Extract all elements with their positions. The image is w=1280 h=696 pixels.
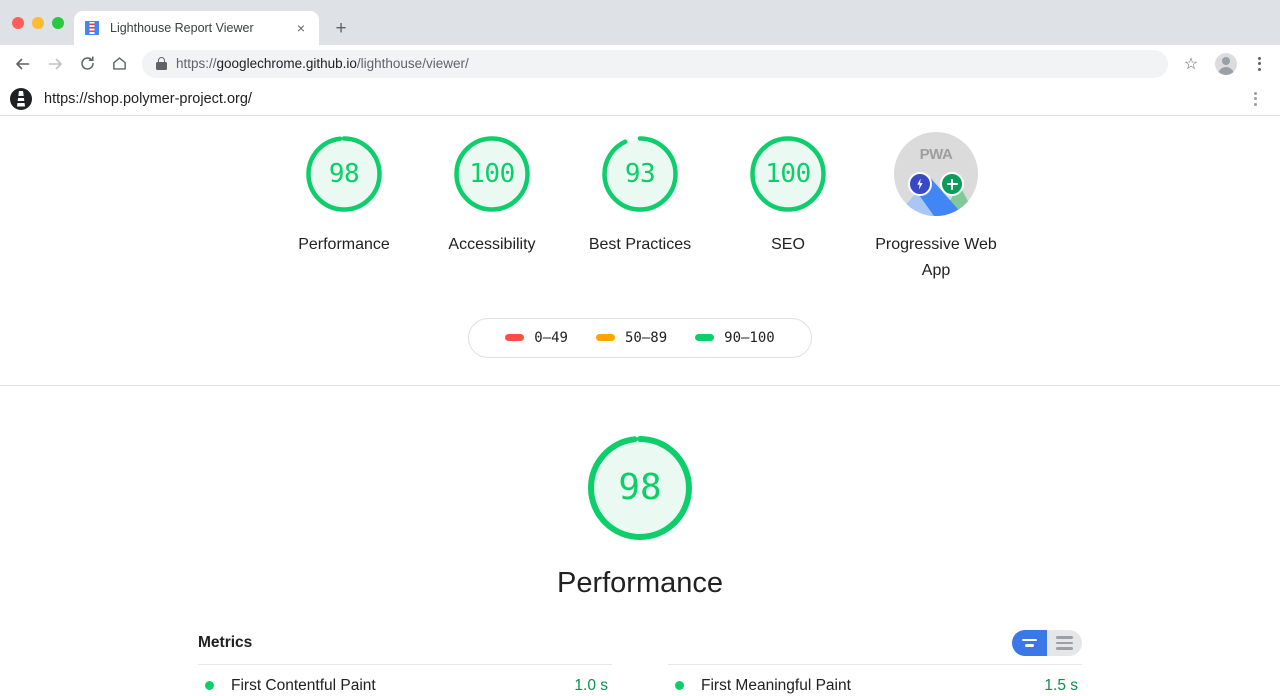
metric-name: First Contentful Paint — [231, 676, 376, 694]
pwa-installable-icon — [940, 172, 964, 196]
gauge-performance[interactable]: 98 Performance — [270, 132, 418, 258]
gauge-ring-accessibility: 100 — [450, 132, 534, 216]
lock-icon — [156, 57, 167, 70]
gauge-label-pwa: Progressive Web App — [875, 236, 997, 279]
metric-name: First Meaningful Paint — [701, 676, 851, 694]
legend-item-pass: 90–100 — [681, 330, 789, 346]
legend-item-average: 50–89 — [582, 330, 681, 346]
gauge-label-accessibility: Accessibility — [448, 236, 536, 253]
toolbar-actions: ☆ — [1176, 52, 1272, 75]
metric-value: 1.0 s — [574, 676, 608, 694]
metric-status-dot — [205, 681, 214, 691]
bookmark-star-icon[interactable]: ☆ — [1176, 54, 1206, 74]
pwa-fast-reliable-icon — [908, 172, 932, 196]
metrics-header: Metrics — [198, 628, 1082, 658]
metrics-column-left: First Contentful Paint 1.0 s Speed Index… — [198, 663, 612, 696]
browser-toolbar: https://googlechrome.github.io/lighthous… — [0, 45, 1280, 82]
metrics-section: Metrics First Contentful Paint 1.0 s Fir… — [198, 628, 1082, 696]
gauge-best-practices[interactable]: 93 Best Practices — [566, 132, 714, 258]
browser-window: Lighthouse Report Viewer × + https://goo… — [0, 0, 1280, 696]
gauge-ring-seo: 100 — [746, 132, 830, 216]
url-host: googlechrome.github.io — [216, 56, 357, 71]
metric-row[interactable]: First Meaningful Paint 1.5 s — [668, 663, 1082, 696]
legend-pill-fail — [505, 334, 525, 342]
legend-item-fail: 0–49 — [491, 330, 582, 346]
gauge-label-performance: Performance — [298, 236, 390, 253]
score-legend: 0–49 50–89 90–100 — [468, 317, 812, 358]
hero-label: Performance — [556, 566, 723, 599]
gauge-label-best-practices: Best Practices — [588, 236, 692, 253]
profile-avatar-icon[interactable] — [1215, 52, 1237, 75]
new-tab-button[interactable]: + — [327, 14, 355, 42]
lighthouse-topbar: https://shop.polymer-project.org/ — [0, 82, 1280, 116]
lighthouse-favicon-icon — [84, 20, 100, 36]
address-bar-url: https://googlechrome.github.io/lighthous… — [176, 56, 469, 71]
reload-button[interactable] — [72, 49, 102, 79]
browser-tab[interactable]: Lighthouse Report Viewer × — [74, 11, 319, 45]
audited-url: https://shop.polymer-project.org/ — [44, 90, 252, 107]
legend-range-pass: 90–100 — [724, 329, 775, 346]
tab-strip: Lighthouse Report Viewer × + — [0, 0, 1280, 45]
gauge-score-performance: 98 — [328, 159, 360, 189]
forward-button[interactable] — [40, 49, 70, 79]
tab-title: Lighthouse Report Viewer — [110, 21, 254, 35]
pwa-badge-icon: PWA — [894, 132, 978, 216]
metric-row[interactable]: First Contentful Paint 1.0 s — [198, 663, 612, 696]
performance-hero: 98 Performance — [0, 386, 1280, 600]
pwa-badge-text: PWA — [919, 146, 953, 163]
close-tab-button[interactable]: × — [293, 20, 309, 36]
minimize-window-button[interactable] — [32, 16, 44, 29]
url-path: /lighthouse/viewer/ — [356, 56, 469, 71]
metric-value: 1.5 s — [1044, 676, 1078, 694]
category-gauges: 98 Performance 100 Accessibility 93 Best… — [0, 116, 1280, 284]
gauge-ring-best-practices: 93 — [598, 132, 682, 216]
toggle-simple-view[interactable] — [1012, 629, 1047, 656]
gauge-label-seo: SEO — [771, 236, 805, 253]
score-legend-wrapper: 0–49 50–89 90–100 — [0, 317, 1280, 358]
gauge-score-accessibility: 100 — [469, 159, 515, 189]
metrics-view-toggle[interactable] — [1012, 629, 1082, 656]
metrics-grid: First Contentful Paint 1.0 s Speed Index… — [198, 663, 1082, 696]
address-bar[interactable]: https://googlechrome.github.io/lighthous… — [142, 49, 1168, 78]
hero-gauge-ring: 98 — [583, 431, 697, 545]
lighthouse-report-page: https://shop.polymer-project.org/ 98 Per… — [0, 82, 1280, 696]
toggle-detail-view[interactable] — [1047, 629, 1082, 656]
gauge-accessibility[interactable]: 100 Accessibility — [418, 132, 566, 258]
metric-status-dot — [675, 681, 684, 691]
gauge-seo[interactable]: 100 SEO — [714, 132, 862, 258]
legend-range-average: 50–89 — [624, 329, 668, 346]
gauge-ring-performance: 98 — [302, 132, 386, 216]
legend-pill-average — [595, 334, 615, 342]
maximize-window-button[interactable] — [52, 16, 64, 29]
report-menu-icon[interactable] — [1242, 91, 1268, 106]
url-scheme: https:// — [176, 56, 217, 71]
metrics-title: Metrics — [198, 633, 253, 651]
legend-range-fail: 0–49 — [534, 329, 568, 346]
gauge-score-best-practices: 93 — [624, 159, 656, 189]
legend-pill-pass — [695, 334, 715, 342]
hero-score: 98 — [618, 467, 662, 509]
back-button[interactable] — [8, 49, 38, 79]
gauge-score-seo: 100 — [765, 159, 811, 189]
window-controls — [8, 0, 74, 45]
lighthouse-logo-icon — [10, 87, 32, 110]
home-button[interactable] — [104, 49, 134, 79]
close-window-button[interactable] — [12, 16, 24, 29]
metrics-column-right: First Meaningful Paint 1.5 s First CPU I… — [668, 663, 1082, 696]
gauge-pwa[interactable]: PWA Progressive Web App — [862, 132, 1010, 284]
browser-menu-icon[interactable] — [1246, 56, 1272, 71]
